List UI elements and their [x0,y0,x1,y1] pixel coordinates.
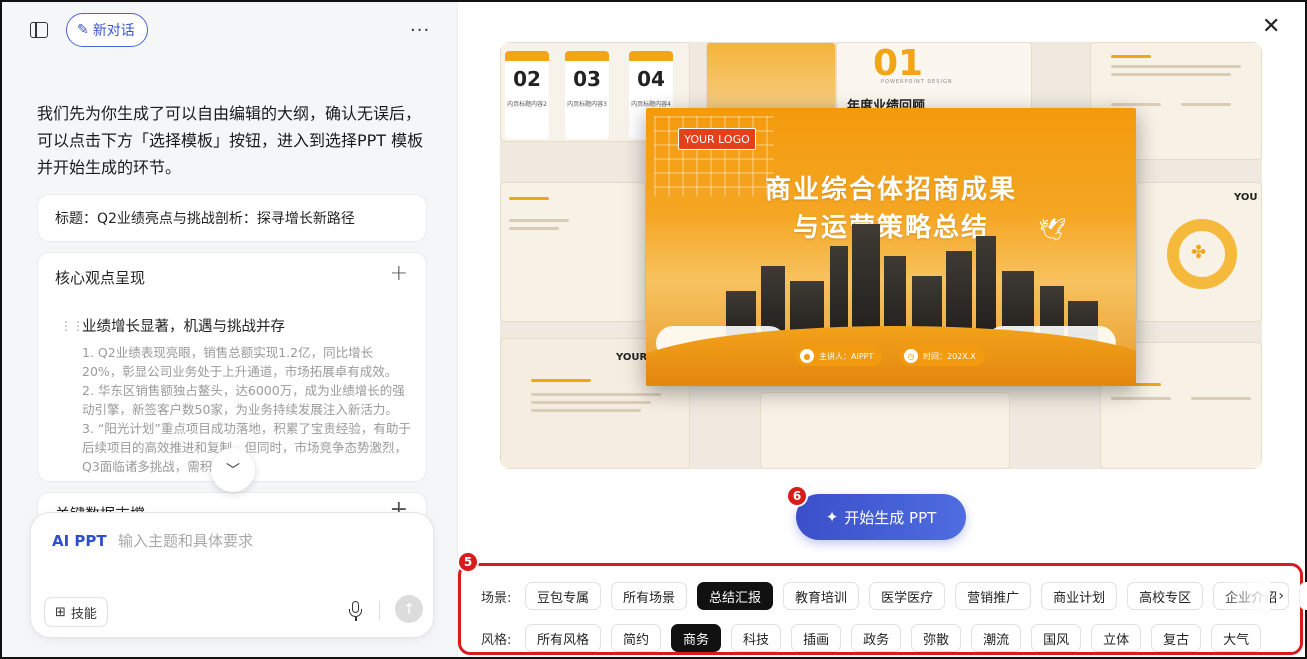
style-chip[interactable]: 潮流 [971,624,1022,652]
step-badge-6: 6 [786,485,808,507]
template-preview: 02 内页标题内容2 03 内页标题内容3 04 内页标题内容4 01 POWERPO… [500,42,1262,469]
sparkle-icon: ✦ [825,508,839,526]
user-icon: ● [800,349,814,363]
bg-number-card: 02 内页标题内容2 [505,51,549,139]
style-chip[interactable]: 插画 [791,624,842,652]
microphone-icon[interactable] [349,601,362,621]
new-chat-label: 新对话 [92,23,135,39]
bg-number-card: 03 内页标题内容3 [565,51,609,139]
chat-top-bar: ✎ 新对话 ··· [2,2,457,60]
scene-chip[interactable]: 医学医疗 [869,582,946,610]
close-icon[interactable]: ✕ [1262,14,1280,39]
generate-label: 开始生成 PPT [844,508,937,527]
scene-chip-active[interactable]: 总结汇报 [697,582,774,610]
chevron-right-icon[interactable]: › [1278,588,1284,604]
style-chip-active[interactable]: 商务 [671,624,722,652]
style-chip[interactable]: 弥散 [911,624,962,652]
scene-chip[interactable]: 商业计划 [1041,582,1118,610]
bg-design-text: POWERPOINT DESIGN [881,79,953,85]
add-section-icon[interactable]: + [390,261,408,286]
step-badge-5: 5 [457,551,479,573]
scene-filter-row: 场景: 豆包专属 所有场景 总结汇报 教育培训 医学医疗 营销推广 商业计划 高… [481,582,1307,610]
scene-label: 场景: [481,590,512,606]
outline-point: 2. 华东区销售额独占鳌头，达6000万，成为业绩增长的强动引擎，新签客户数50… [82,383,405,417]
style-chip[interactable]: 政务 [851,624,902,652]
grid-icon: ⊞ [55,604,66,620]
style-chip[interactable]: 立体 [1091,624,1142,652]
bg-your-text: YOU [1234,192,1258,203]
sidebar-toggle-icon[interactable] [30,22,48,38]
assistant-intro-text: 我们先为你生成了可以自由编辑的大纲，确认无误后，可以点击下方「选择模板」按钮，进… [37,104,424,177]
scene-chip[interactable]: 所有场景 [611,582,688,610]
outline-title-card[interactable]: 标题：Q2业绩亮点与挑战剖析：探寻增长新路径 [37,194,427,242]
bg-big-number: 01 [873,43,924,84]
outline-point: 1. Q2业绩表现亮眼，销售总额实现1.2亿，同比增长20%，彰显公司业务处于上… [82,345,398,379]
chat-panel: ✎ 新对话 ··· 我们先为你生成了可以自由编辑的大纲，确认无误后，可以点击下方… [2,2,458,657]
clock-icon: ◷ [904,349,918,363]
scene-chip[interactable]: 竞 [1299,582,1307,610]
send-button[interactable]: ↑ [395,595,423,623]
scene-chip[interactable]: 营销推广 [955,582,1032,610]
style-label: 风格: [481,632,512,648]
logo-placeholder: YOUR LOGO [678,128,756,150]
new-chat-button[interactable]: ✎ 新对话 [66,13,148,47]
sub-heading: 业绩增长显著，机遇与挑战并存 [82,319,285,335]
time-pill: ◷ 时间：202X.X [900,346,985,366]
prompt-input-box: AI PPT ⊞ 技能 ↑ [30,512,434,638]
bg-slide [760,392,1010,469]
scene-chip[interactable]: 教育培训 [783,582,860,610]
style-filter-row: 风格: 所有风格 简约 商务 科技 插画 政务 弥散 潮流 国风 立体 复古 大… [481,624,1271,652]
edit-icon: ✎ [77,22,89,38]
bg-donut-graphic: ✤ [1167,219,1237,289]
more-options-icon[interactable]: ··· [410,20,430,41]
featured-template-slide[interactable]: YOUR LOGO 商业综合体招商成果 与运营策略总结 🕊 ● 主讲人：AIPP… [646,108,1136,386]
scene-chip[interactable]: 高校专区 [1127,582,1204,610]
scroll-fade [1220,580,1270,612]
style-chip[interactable]: 国风 [1031,624,1082,652]
drag-handle-icon[interactable]: ⋮⋮ [60,319,84,333]
start-generate-ppt-button[interactable]: ✦ 开始生成 PPT [796,494,966,540]
prompt-input[interactable] [118,529,408,553]
skills-button[interactable]: ⊞ 技能 [44,597,108,627]
scene-chip[interactable]: 豆包专属 [525,582,602,610]
divider [379,601,380,621]
style-chip[interactable]: 复古 [1151,624,1202,652]
ai-ppt-tag: AI PPT [52,532,107,550]
style-chip[interactable]: 大气 [1211,624,1262,652]
style-chip[interactable]: 所有风格 [525,624,602,652]
style-chip[interactable]: 简约 [611,624,662,652]
style-chip[interactable]: 科技 [731,624,782,652]
bg-your-text: YOUR [616,352,648,363]
presenter-pill: ● 主讲人：AIPPT [796,346,883,366]
expand-chevron-icon[interactable]: ﹀ [211,448,255,492]
outline-title: 标题：Q2业绩亮点与挑战剖析：探寻增长新路径 [55,211,355,227]
skills-label: 技能 [70,606,97,622]
section-heading: 核心观点呈现 [55,269,146,287]
bg-slide [500,182,646,322]
filter-panel: 场景: 豆包专属 所有场景 总结汇报 教育培训 医学医疗 营销推广 商业计划 高… [458,563,1307,655]
